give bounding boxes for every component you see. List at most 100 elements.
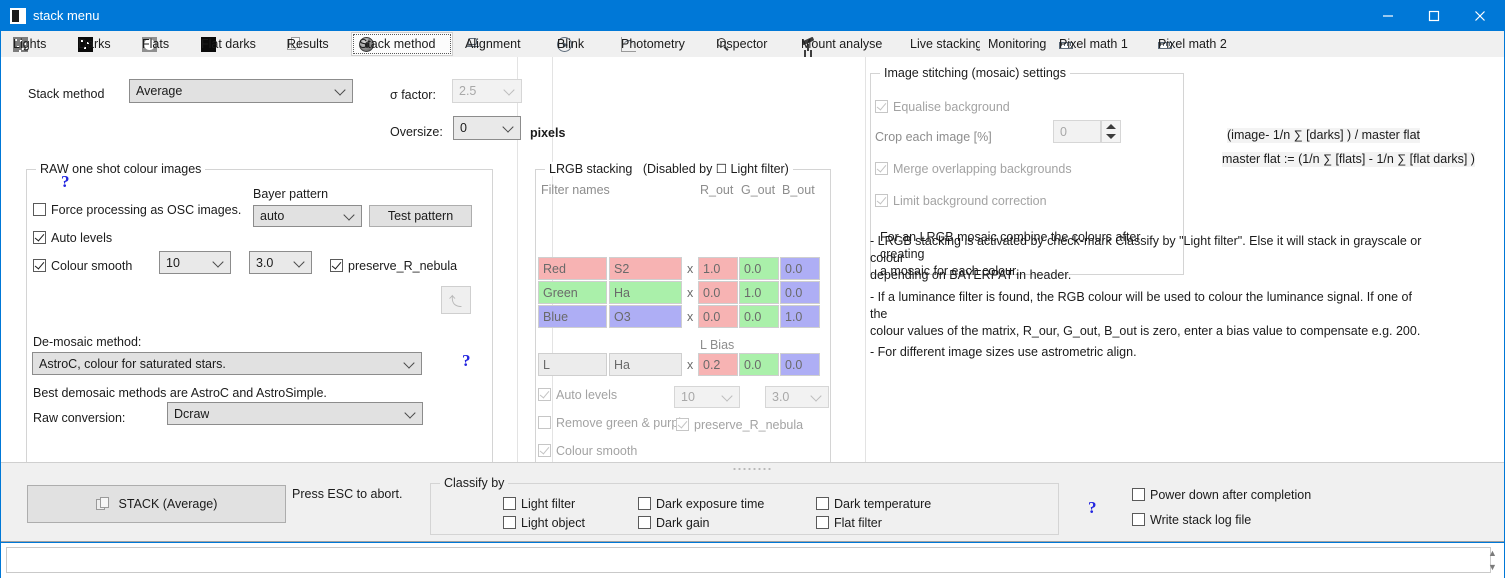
classify-dark-exposure-time-label: Dark exposure time bbox=[656, 497, 765, 511]
oversize-select[interactable]: 0 bbox=[453, 116, 521, 140]
tab-pixel-math-2[interactable]: Pixel math 2 bbox=[1150, 32, 1247, 56]
write-stack-log-label: Write stack log file bbox=[1150, 513, 1252, 527]
tab-flat-darks[interactable]: Flat darks bbox=[193, 32, 277, 56]
lrgb-l-g[interactable]: 0.0 bbox=[739, 353, 779, 376]
test-pattern-button[interactable]: Test pattern bbox=[369, 205, 472, 227]
lrgb-row-1-r[interactable]: 0.0 bbox=[698, 281, 738, 304]
splitter-grip[interactable] bbox=[732, 467, 772, 471]
tab-pixel-math-1[interactable]: Pixel math 1 bbox=[1051, 32, 1148, 56]
demosaic-help-icon[interactable]: ? bbox=[462, 352, 471, 369]
lrgb-remove-green-purple-checkbox[interactable]: Remove green & purple bbox=[538, 416, 688, 430]
power-down-checkbox[interactable]: Power down after completion bbox=[1132, 488, 1311, 502]
tab-inspector[interactable]: Inspector bbox=[708, 32, 791, 56]
lrgb-row-2-b[interactable]: 1.0 bbox=[780, 305, 820, 328]
stack-button[interactable]: STACK (Average) bbox=[27, 485, 286, 523]
classify-dark-gain-checkbox[interactable]: Dark gain bbox=[638, 516, 710, 530]
scroll-down-icon[interactable]: ▼ bbox=[1488, 562, 1497, 572]
raw-colour-smooth-checkbox[interactable]: Colour smooth bbox=[33, 259, 132, 273]
classify-light-filter-checkbox[interactable]: Light filter bbox=[503, 497, 575, 511]
lrgb-row-1-name[interactable]: Green bbox=[538, 281, 607, 304]
merge-backgrounds-checkbox[interactable]: Merge overlapping backgrounds bbox=[875, 162, 1072, 176]
lrgb-row-1-g[interactable]: 1.0 bbox=[739, 281, 779, 304]
classify-flat-filter-checkbox[interactable]: Flat filter bbox=[816, 516, 882, 530]
undo-icon: ⤴ bbox=[449, 293, 463, 309]
scroll-up-icon[interactable]: ▲ bbox=[1488, 548, 1497, 558]
lrgb-row-0-g[interactable]: 0.0 bbox=[739, 257, 779, 280]
maximize-button[interactable] bbox=[1411, 1, 1457, 31]
mosaic-title: Image stitching (mosaic) settings bbox=[880, 66, 1071, 80]
demosaic-note: Best demosaic methods are AstroC and Ast… bbox=[33, 386, 327, 400]
lrgb-row-1-filter[interactable]: Ha bbox=[609, 281, 682, 304]
tab-live-stacking[interactable]: Live stacking bbox=[902, 32, 982, 56]
oversize-label: Oversize: bbox=[390, 125, 443, 139]
chevron-down-icon bbox=[721, 390, 733, 402]
lrgb-l-b[interactable]: 0.0 bbox=[780, 353, 820, 376]
tab-results[interactable]: Results bbox=[279, 32, 351, 56]
tab-label: Monitoring bbox=[988, 37, 1047, 51]
lrgb-row-2-filter[interactable]: O3 bbox=[609, 305, 682, 328]
crop-each-image-input[interactable]: 0 bbox=[1053, 120, 1101, 143]
lrgb-l-r[interactable]: 0.2 bbox=[698, 353, 738, 376]
lrgb-auto-levels-label: Auto levels bbox=[556, 388, 618, 402]
undo-button[interactable]: ⤴ bbox=[441, 286, 471, 314]
spinner-up-icon[interactable] bbox=[1102, 121, 1120, 132]
tab-darks[interactable]: Darks bbox=[70, 32, 132, 56]
tab-label: Mount analyse bbox=[801, 37, 883, 51]
raw-conversion-select[interactable]: Dcraw bbox=[167, 402, 423, 425]
lrgb-preserve-nebula-checkbox[interactable]: preserve_R_nebula bbox=[676, 418, 803, 432]
tab-blink[interactable]: Blink bbox=[549, 32, 611, 56]
raw-colour-smooth-select-1[interactable]: 10 bbox=[159, 251, 231, 274]
lrgb-row-0-r[interactable]: 1.0 bbox=[698, 257, 738, 280]
lrgb-row-0-name[interactable]: Red bbox=[538, 257, 607, 280]
lrgb-row-0-filter[interactable]: S2 bbox=[609, 257, 682, 280]
checkbox-box bbox=[538, 416, 551, 429]
crop-spinner[interactable] bbox=[1101, 120, 1121, 143]
checkbox-box bbox=[330, 259, 343, 272]
equalise-background-checkbox[interactable]: Equalise background bbox=[875, 100, 1010, 114]
status-scrollbar[interactable]: ▲ ▼ bbox=[1487, 548, 1498, 572]
tab-photometry[interactable]: Photometry bbox=[613, 32, 706, 56]
tab-mount-analyse[interactable]: Mount analyse bbox=[793, 32, 900, 56]
minimize-button[interactable] bbox=[1365, 1, 1411, 31]
lrgb-l-name[interactable]: L bbox=[538, 353, 607, 376]
raw-auto-levels-checkbox[interactable]: Auto levels bbox=[33, 231, 112, 245]
lrgb-row-1-b[interactable]: 0.0 bbox=[780, 281, 820, 304]
tab-stack-method[interactable]: Stack method bbox=[351, 32, 453, 56]
classify-light-object-checkbox[interactable]: Light object bbox=[503, 516, 585, 530]
status-text-box[interactable] bbox=[6, 547, 1491, 573]
bayer-pattern-select[interactable]: auto bbox=[253, 205, 362, 227]
lrgb-colour-smooth-select-1[interactable]: 10 bbox=[674, 386, 740, 408]
lrgb-row-2-name[interactable]: Blue bbox=[538, 305, 607, 328]
lrgb-row-2-r[interactable]: 0.0 bbox=[698, 305, 738, 328]
lrgb-row-0-b[interactable]: 0.0 bbox=[780, 257, 820, 280]
lrgb-row-2-g[interactable]: 0.0 bbox=[739, 305, 779, 328]
raw-colour-smooth-select-2[interactable]: 3.0 bbox=[249, 251, 312, 274]
chevron-down-icon bbox=[403, 356, 415, 369]
lrgb-colour-smooth-checkbox[interactable]: Colour smooth bbox=[538, 444, 637, 458]
lrgb-auto-levels-checkbox[interactable]: Auto levels bbox=[538, 388, 617, 402]
close-button[interactable] bbox=[1457, 1, 1503, 31]
lrgb-l-filter[interactable]: Ha bbox=[609, 353, 682, 376]
tab-monitoring[interactable]: Monitoring bbox=[980, 32, 1049, 56]
classify-dark-exposure-time-checkbox[interactable]: Dark exposure time bbox=[638, 497, 764, 511]
checkbox-box bbox=[538, 388, 551, 401]
equalise-background-label: Equalise background bbox=[893, 100, 1010, 114]
tab-label: Pixel math 1 bbox=[1059, 37, 1128, 51]
tab-alignment[interactable]: Alignment bbox=[457, 32, 547, 56]
limit-background-correction-checkbox[interactable]: Limit background correction bbox=[875, 194, 1047, 208]
classify-dark-temperature-checkbox[interactable]: Dark temperature bbox=[816, 497, 931, 511]
bottom-help-icon[interactable]: ? bbox=[1088, 499, 1097, 516]
tab-lights[interactable]: Lights bbox=[5, 32, 68, 56]
demosaic-method-select[interactable]: AstroC, colour for saturated stars. bbox=[32, 352, 422, 375]
raw-preserve-nebula-checkbox[interactable]: preserve_R_nebula bbox=[330, 259, 457, 273]
stack-method-select[interactable]: Average bbox=[129, 79, 353, 103]
classify-by-title: Classify by bbox=[440, 476, 509, 490]
sigma-factor-select[interactable]: 2.5 bbox=[452, 79, 522, 103]
lrgb-colour-smooth-select-2[interactable]: 3.0 bbox=[765, 386, 829, 408]
write-stack-log-checkbox[interactable]: Write stack log file bbox=[1132, 513, 1251, 527]
spinner-down-icon[interactable] bbox=[1102, 132, 1120, 143]
lrgb-row-2-x: x bbox=[687, 310, 694, 324]
force-osc-label: Force processing as OSC images. bbox=[51, 203, 242, 217]
tab-flats[interactable]: Flats bbox=[134, 32, 191, 56]
force-osc-checkbox[interactable]: Force processing as OSC images. bbox=[33, 203, 241, 217]
